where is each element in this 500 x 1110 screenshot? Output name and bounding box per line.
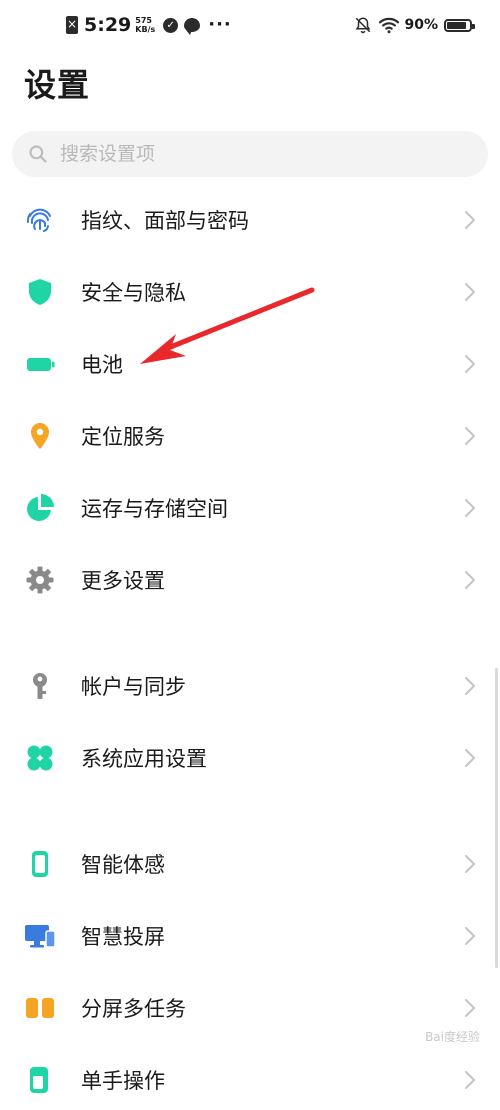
gear-icon [24, 564, 56, 596]
key-icon [24, 670, 56, 702]
message-bubble-icon [184, 18, 201, 35]
item-label: 帐户与同步 [81, 675, 186, 699]
settings-item-location[interactable]: 定位服务 [0, 406, 500, 466]
item-label: 定位服务 [81, 425, 165, 449]
chevron-right-icon [464, 1070, 476, 1090]
settings-item-more-settings[interactable]: 更多设置 [0, 550, 500, 610]
item-label: 运存与存储空间 [81, 497, 228, 521]
status-time: 5:29 [84, 14, 132, 36]
screen-cast-icon [24, 920, 56, 952]
item-label: 智慧投屏 [81, 925, 165, 949]
phone-motion-icon [24, 848, 56, 880]
chevron-right-icon [464, 570, 476, 590]
chevron-right-icon [464, 998, 476, 1018]
bell-off-icon [356, 17, 371, 34]
chevron-right-icon [464, 282, 476, 302]
fingerprint-icon [24, 204, 56, 236]
settings-item-smart-motion[interactable]: 智能体感 [0, 834, 500, 894]
no-sim-icon [66, 15, 78, 34]
split-screen-icon [24, 992, 56, 1024]
item-label: 系统应用设置 [81, 747, 207, 771]
item-label: 智能体感 [81, 853, 165, 877]
chevron-right-icon [464, 426, 476, 446]
battery-percent: 90% [404, 17, 438, 33]
settings-item-fingerprint-face-password[interactable]: 指纹、面部与密码 [0, 190, 500, 250]
one-hand-icon [24, 1064, 56, 1096]
settings-item-security-privacy[interactable]: 安全与隐私 [0, 262, 500, 322]
status-right: 90% [354, 16, 475, 34]
clover-icon [24, 742, 56, 774]
notification-app-icon: ✓ [163, 17, 179, 33]
battery-icon [24, 348, 56, 380]
item-label: 指纹、面部与密码 [81, 209, 249, 233]
chevron-right-icon [464, 854, 476, 874]
status-bar: 5:29 575 KB/s ✓ ··· 90% [0, 0, 500, 56]
item-label: 安全与隐私 [81, 281, 186, 305]
watermark: Bai度经验 [425, 1030, 480, 1044]
settings-item-battery[interactable]: 电池 [0, 334, 500, 394]
settings-item-account-sync[interactable]: 帐户与同步 [0, 656, 500, 716]
search-box[interactable] [12, 131, 488, 177]
settings-item-one-hand[interactable]: 单手操作 [0, 1050, 500, 1110]
chevron-right-icon [464, 926, 476, 946]
item-label: 单手操作 [81, 1069, 165, 1093]
net-speed-unit: KB/s [135, 25, 156, 34]
chevron-right-icon [464, 676, 476, 696]
group-divider [0, 624, 500, 634]
chevron-right-icon [464, 498, 476, 518]
net-speed: 575 KB/s [135, 16, 155, 34]
status-battery-icon [444, 18, 475, 32]
chevron-right-icon [464, 354, 476, 374]
scrollbar-thumb[interactable] [495, 668, 498, 968]
item-label: 分屏多任务 [81, 997, 186, 1021]
chevron-right-icon [464, 748, 476, 768]
shield-icon [24, 276, 56, 308]
group-divider [0, 802, 500, 812]
location-pin-icon [24, 420, 56, 452]
page-title: 设置 [24, 66, 91, 104]
search-icon [29, 145, 47, 163]
settings-item-screen-cast[interactable]: 智慧投屏 [0, 906, 500, 966]
item-label: 电池 [81, 353, 123, 377]
settings-item-memory-storage[interactable]: 运存与存储空间 [0, 478, 500, 538]
item-label: 更多设置 [81, 569, 165, 593]
wifi-icon [379, 17, 400, 34]
status-left: 5:29 575 KB/s ✓ ··· [66, 14, 232, 36]
settings-item-system-apps[interactable]: 系统应用设置 [0, 728, 500, 788]
pie-chart-icon [24, 492, 56, 524]
net-speed-value: 575 [135, 16, 152, 25]
chevron-right-icon [464, 210, 476, 230]
more-notifications-icon: ··· [208, 14, 232, 35]
search-input[interactable] [58, 142, 442, 166]
